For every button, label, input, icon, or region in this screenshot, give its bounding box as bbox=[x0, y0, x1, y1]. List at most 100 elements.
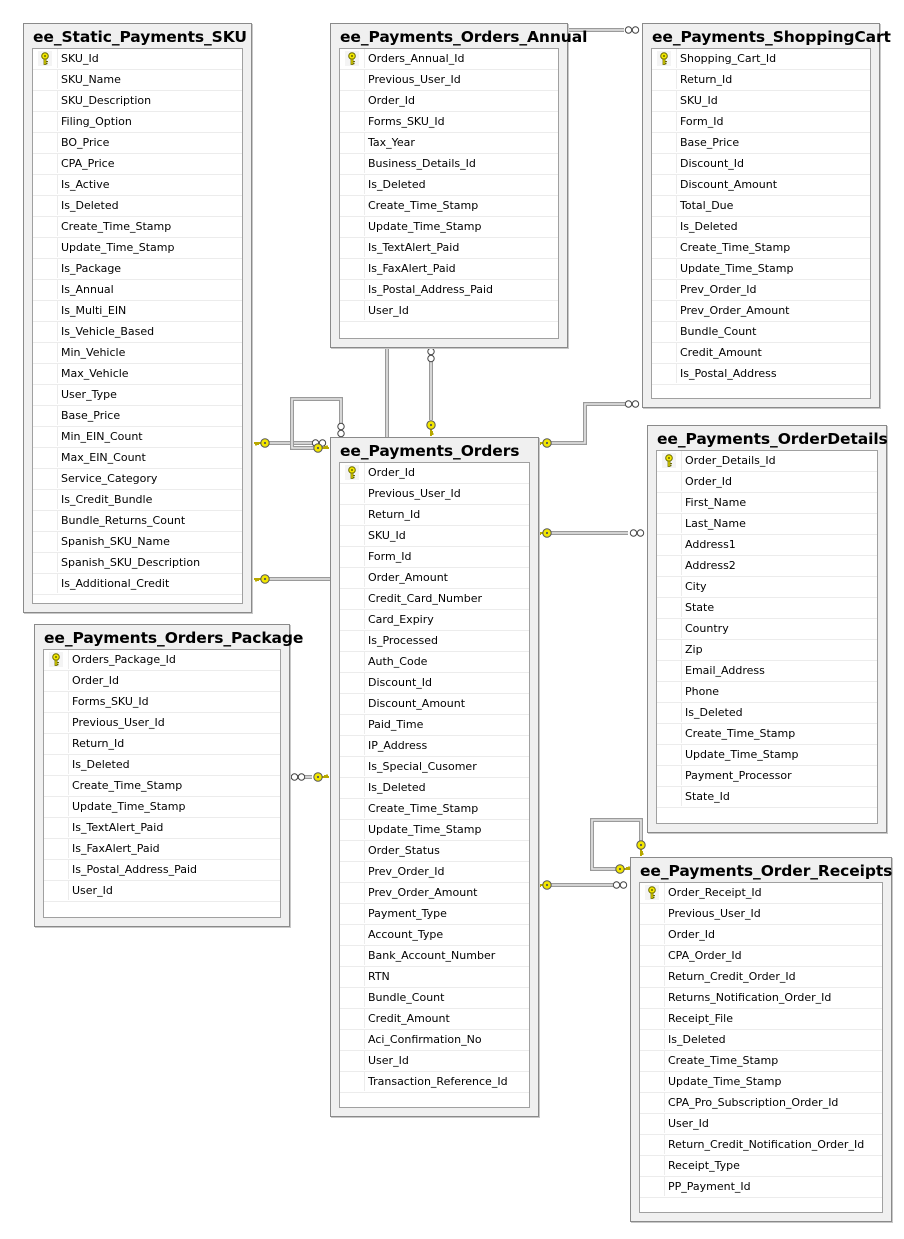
column-row-primary-key[interactable]: Shopping_Cart_Id bbox=[652, 49, 870, 70]
row-selector[interactable] bbox=[340, 91, 365, 110]
row-selector[interactable] bbox=[340, 652, 365, 671]
row-selector[interactable] bbox=[340, 154, 365, 173]
table-ee-payments-orders[interactable]: ee_Payments_Orders Order_Id Previous_User_… bbox=[330, 437, 539, 1117]
row-selector[interactable] bbox=[640, 1177, 665, 1196]
column-row[interactable]: Last_Name bbox=[657, 514, 877, 535]
column-row[interactable]: Form_Id bbox=[652, 112, 870, 133]
row-selector[interactable] bbox=[340, 631, 365, 650]
row-selector[interactable] bbox=[33, 532, 58, 551]
column-row[interactable]: Bundle_Returns_Count bbox=[33, 511, 242, 532]
column-row[interactable]: Prev_Order_Amount bbox=[340, 883, 529, 904]
column-row[interactable]: Max_Vehicle bbox=[33, 364, 242, 385]
column-row[interactable]: Is_Credit_Bundle bbox=[33, 490, 242, 511]
row-selector[interactable] bbox=[340, 1051, 365, 1070]
column-row[interactable]: Discount_Amount bbox=[340, 694, 529, 715]
column-row[interactable]: Is_Active bbox=[33, 175, 242, 196]
row-selector[interactable] bbox=[340, 301, 365, 320]
column-row[interactable]: User_Id bbox=[44, 881, 280, 902]
column-row[interactable]: CPA_Order_Id bbox=[640, 946, 882, 967]
row-selector[interactable] bbox=[340, 1030, 365, 1049]
column-row[interactable]: Address1 bbox=[657, 535, 877, 556]
column-row[interactable]: Is_Annual bbox=[33, 280, 242, 301]
column-row[interactable]: Order_Id bbox=[640, 925, 882, 946]
row-selector[interactable] bbox=[33, 301, 58, 320]
row-selector[interactable] bbox=[657, 640, 682, 659]
column-row[interactable]: Spanish_SKU_Name bbox=[33, 532, 242, 553]
column-row[interactable]: Update_Time_Stamp bbox=[33, 238, 242, 259]
column-row[interactable]: Payment_Type bbox=[340, 904, 529, 925]
column-row[interactable]: First_Name bbox=[657, 493, 877, 514]
column-row[interactable]: Is_Vehicle_Based bbox=[33, 322, 242, 343]
row-selector[interactable] bbox=[33, 322, 58, 341]
column-row[interactable]: Is_Deleted bbox=[44, 755, 280, 776]
column-row[interactable]: Min_Vehicle bbox=[33, 343, 242, 364]
row-selector[interactable] bbox=[340, 175, 365, 194]
row-selector[interactable] bbox=[657, 535, 682, 554]
row-selector[interactable] bbox=[657, 577, 682, 596]
row-selector[interactable] bbox=[340, 673, 365, 692]
column-row-primary-key[interactable]: Orders_Package_Id bbox=[44, 650, 280, 671]
row-selector[interactable] bbox=[640, 1009, 665, 1028]
row-selector[interactable] bbox=[44, 692, 69, 711]
column-row-primary-key[interactable]: SKU_Id bbox=[33, 49, 242, 70]
column-row[interactable]: BO_Price bbox=[33, 133, 242, 154]
row-selector[interactable] bbox=[640, 946, 665, 965]
row-selector[interactable] bbox=[340, 505, 365, 524]
column-row[interactable]: Is_Postal_Address_Paid bbox=[44, 860, 280, 881]
column-row[interactable]: Create_Time_Stamp bbox=[33, 217, 242, 238]
row-selector[interactable] bbox=[652, 343, 677, 362]
row-selector[interactable] bbox=[33, 448, 58, 467]
column-row[interactable]: State_Id bbox=[657, 787, 877, 808]
row-selector[interactable] bbox=[340, 280, 365, 299]
column-row[interactable]: Update_Time_Stamp bbox=[652, 259, 870, 280]
column-row[interactable]: Transaction_Reference_Id bbox=[340, 1072, 529, 1093]
column-row[interactable]: User_Type bbox=[33, 385, 242, 406]
column-row[interactable]: Filing_Option bbox=[33, 112, 242, 133]
column-row[interactable]: Previous_User_Id bbox=[340, 484, 529, 505]
row-selector[interactable] bbox=[340, 715, 365, 734]
table-ee-static-payments-sku[interactable]: ee_Static_Payments_SKU SKU_Id SKU_Name SKU_… bbox=[23, 23, 252, 613]
row-selector[interactable] bbox=[640, 1030, 665, 1049]
row-selector[interactable] bbox=[33, 574, 58, 593]
column-row[interactable]: User_Id bbox=[340, 301, 558, 322]
row-selector[interactable] bbox=[340, 757, 365, 776]
column-row[interactable]: Discount_Id bbox=[652, 154, 870, 175]
row-selector[interactable] bbox=[33, 259, 58, 278]
row-selector[interactable] bbox=[33, 91, 58, 110]
row-selector[interactable] bbox=[657, 703, 682, 722]
column-row[interactable]: Receipt_Type bbox=[640, 1156, 882, 1177]
column-row[interactable]: Forms_SKU_Id bbox=[340, 112, 558, 133]
column-row[interactable]: Discount_Id bbox=[340, 673, 529, 694]
column-row[interactable]: Update_Time_Stamp bbox=[340, 820, 529, 841]
table-ee-payments-orderdetails[interactable]: ee_Payments_OrderDetails Order_Details_Id… bbox=[647, 425, 888, 833]
row-selector[interactable] bbox=[652, 364, 677, 383]
column-row[interactable]: Return_Id bbox=[44, 734, 280, 755]
table-ee-payments-orders-package[interactable]: ee_Payments_Orders_Package Orders_Package… bbox=[34, 624, 303, 927]
row-selector[interactable] bbox=[640, 1114, 665, 1133]
row-selector[interactable] bbox=[640, 967, 665, 986]
row-selector[interactable] bbox=[652, 154, 677, 173]
column-row[interactable]: Auth_Code bbox=[340, 652, 529, 673]
row-selector[interactable] bbox=[640, 1156, 665, 1175]
column-row[interactable]: Update_Time_Stamp bbox=[640, 1072, 882, 1093]
column-row[interactable]: Payment_Processor bbox=[657, 766, 877, 787]
row-selector[interactable] bbox=[340, 610, 365, 629]
row-selector[interactable] bbox=[33, 406, 58, 425]
row-selector[interactable] bbox=[340, 778, 365, 797]
row-selector[interactable] bbox=[340, 70, 365, 89]
row-selector[interactable] bbox=[340, 589, 365, 608]
column-row-primary-key[interactable]: Order_Details_Id bbox=[657, 451, 877, 472]
row-selector[interactable] bbox=[44, 671, 69, 690]
column-row[interactable]: State bbox=[657, 598, 877, 619]
row-selector[interactable] bbox=[340, 862, 365, 881]
column-row[interactable]: Discount_Amount bbox=[652, 175, 870, 196]
row-selector[interactable] bbox=[44, 881, 69, 900]
column-row[interactable]: User_Id bbox=[640, 1114, 882, 1135]
column-row[interactable]: Create_Time_Stamp bbox=[44, 776, 280, 797]
column-row[interactable]: CPA_Price bbox=[33, 154, 242, 175]
row-selector[interactable] bbox=[44, 713, 69, 732]
row-selector[interactable] bbox=[44, 860, 69, 879]
column-row[interactable]: Account_Type bbox=[340, 925, 529, 946]
row-selector[interactable] bbox=[44, 776, 69, 795]
row-selector[interactable] bbox=[33, 364, 58, 383]
